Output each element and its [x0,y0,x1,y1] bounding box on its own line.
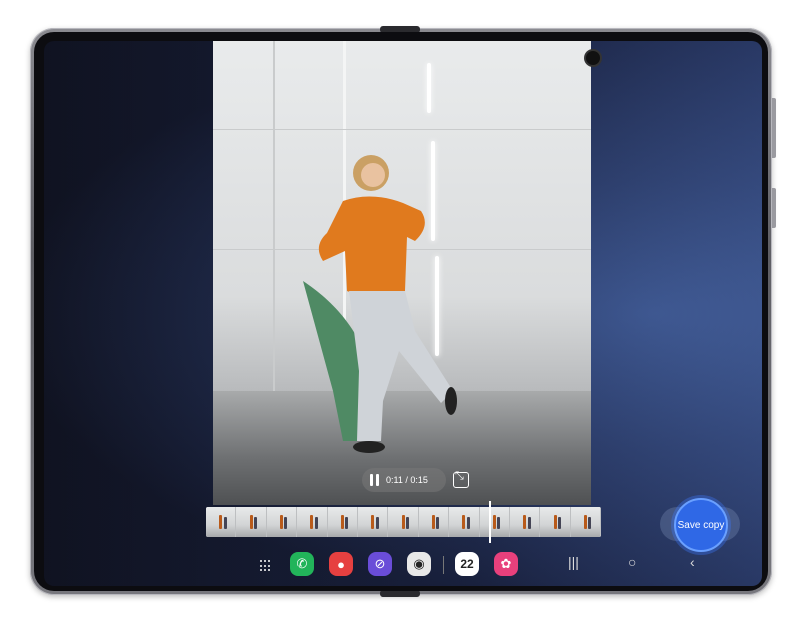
timeline-playhead[interactable] [489,501,491,543]
timeline-frame [540,507,571,537]
volume-button [772,98,776,158]
hinge-bottom [380,590,420,597]
contacts-icon[interactable]: ● [329,552,353,576]
timeline-frame [388,507,419,537]
timeline-frame [570,507,601,537]
wall-light [427,63,431,113]
apps-grid-icon[interactable] [260,560,272,572]
timeline-frame [297,507,328,537]
wall-seam [213,129,591,130]
phone-icon[interactable]: ✆ [290,552,314,576]
timeline-frame [479,507,510,537]
video-viewport[interactable]: 0:11 / 0:15 [213,41,591,505]
timeline-frame [236,507,267,537]
playback-time: 0:11 / 0:15 [386,475,428,485]
taskbar-divider [443,556,444,574]
taskbar: ✆ ● ⊘ ◉ 22 ✿ ||| ○ ‹ [44,548,762,584]
calendar-date: 22 [460,557,474,571]
wall-seam [273,41,275,391]
home-icon[interactable]: ○ [628,554,636,570]
timeline-frame [449,507,480,537]
gallery-icon[interactable]: ✿ [494,552,518,576]
fullscreen-icon[interactable] [453,470,469,488]
video-timeline[interactable] [206,507,601,537]
camera-icon[interactable]: ◉ [407,552,431,576]
calendar-icon[interactable]: 22 [455,552,479,576]
back-icon[interactable]: ‹ [690,554,695,570]
timeline-frame [266,507,298,537]
internet-icon[interactable]: ⊘ [368,552,392,576]
timeline-frame [206,507,237,537]
front-camera [586,51,600,65]
timeline-frame [418,507,450,537]
dancer-figure [303,155,457,453]
power-button [772,188,776,228]
save-copy-button[interactable]: Save copy [674,498,728,552]
playback-controls: 0:11 / 0:15 [362,468,446,492]
recents-icon[interactable]: ||| [568,554,579,570]
timeline-frame [357,507,389,537]
timeline-frame [509,507,541,537]
timeline-frame [327,507,358,537]
pause-icon[interactable] [370,474,380,486]
screen: 0:11 / 0:15 Save copy ✆ ● ⊘ ◉ 22 ✿ ||| ○ [44,41,762,586]
